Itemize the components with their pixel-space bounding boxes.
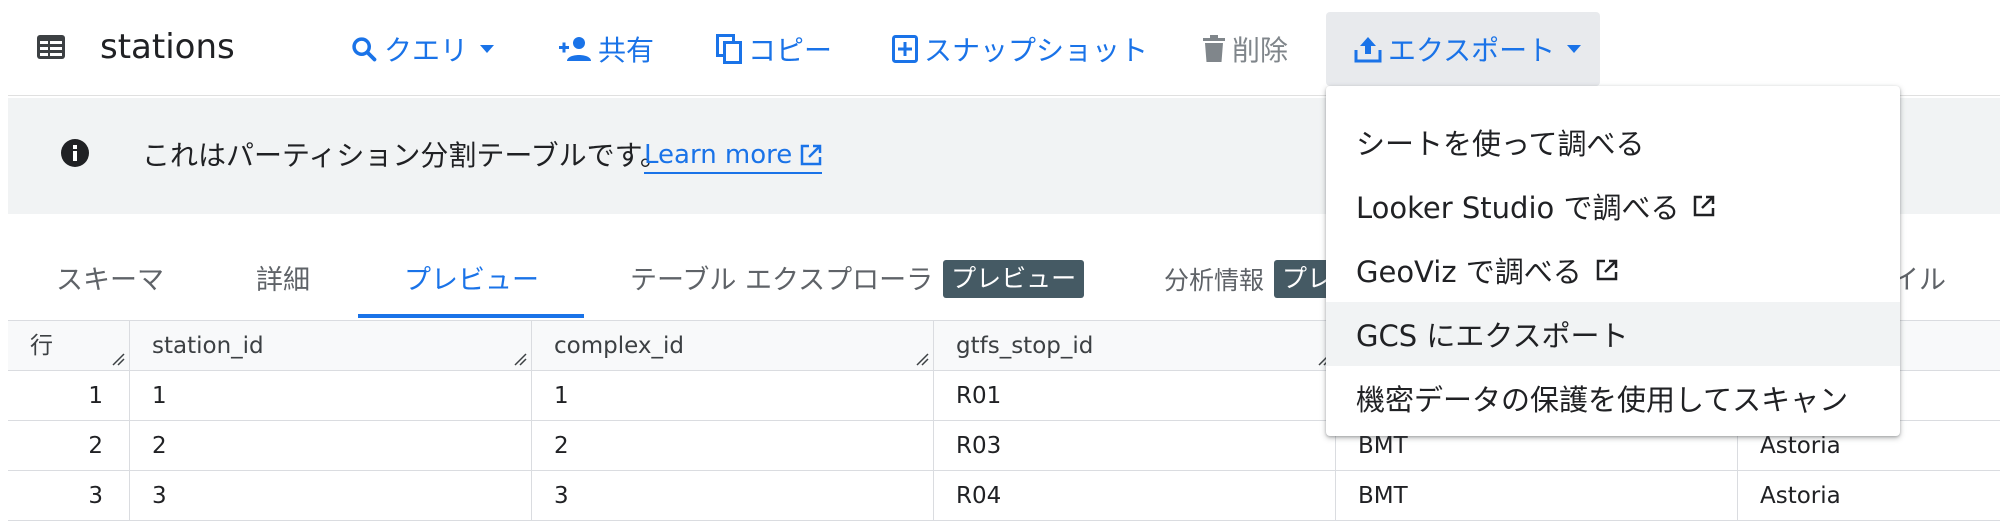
tab-profile[interactable]: イル bbox=[1892, 256, 1946, 318]
resize-handle-icon[interactable] bbox=[513, 352, 527, 366]
row-number-cell: 3 bbox=[8, 471, 130, 521]
table-icon bbox=[37, 35, 65, 59]
division-cell[interactable]: BMT bbox=[1336, 471, 1738, 521]
menu-item-label: Looker Studio で調べる bbox=[1356, 191, 1680, 225]
menu-item-label: 機密データの保護を使用してスキャン bbox=[1356, 383, 1849, 417]
tab-table-explorer-label: テーブル エクスプローラ bbox=[630, 265, 934, 296]
menu-item-label: GCS にエクスポート bbox=[1356, 319, 1629, 353]
banner-text: これはパーティション分割テーブルです。 bbox=[142, 139, 668, 172]
station-id-cell[interactable]: 1 bbox=[130, 371, 532, 421]
snapshot-label: スナップショット bbox=[924, 34, 1149, 67]
query-button[interactable]: クエリ bbox=[338, 12, 506, 86]
gtfs-stop-id-cell[interactable]: R04 bbox=[934, 471, 1336, 521]
tab-table-explorer[interactable]: テーブル エクスプローラ プレビュー bbox=[630, 256, 1085, 318]
chevron-down-icon bbox=[480, 45, 495, 53]
share-label: 共有 bbox=[598, 34, 655, 67]
gtfs-stop-id-cell[interactable]: R03 bbox=[934, 421, 1336, 471]
snapshot-button[interactable]: スナップショット bbox=[880, 12, 1160, 86]
upload-icon bbox=[1354, 37, 1382, 63]
column-header-label: gtfs_stop_id bbox=[956, 333, 1094, 359]
active-tab-indicator bbox=[358, 314, 584, 318]
column-header-label: complex_id bbox=[554, 333, 684, 359]
snapshot-icon bbox=[892, 35, 918, 63]
copy-button[interactable]: コピー bbox=[704, 12, 844, 86]
row-number-cell: 2 bbox=[8, 421, 130, 471]
learn-more-label: Learn more bbox=[644, 140, 793, 170]
page-title: stations bbox=[100, 27, 235, 67]
trash-icon bbox=[1203, 35, 1225, 62]
line-cell[interactable]: Astoria bbox=[1738, 471, 2000, 521]
export-label: エクスポート bbox=[1388, 34, 1556, 67]
column-header-label: station_id bbox=[152, 333, 264, 359]
external-link-icon bbox=[1694, 195, 1715, 217]
resize-handle-icon[interactable] bbox=[915, 352, 929, 366]
tab-insights-label: 分析情報 bbox=[1164, 266, 1265, 295]
search-icon bbox=[352, 37, 377, 62]
query-label: クエリ bbox=[384, 34, 469, 67]
copy-icon bbox=[716, 34, 742, 64]
tab-schema[interactable]: スキーマ bbox=[56, 256, 164, 318]
resize-handle-icon[interactable] bbox=[111, 352, 125, 366]
station-id-cell[interactable]: 2 bbox=[130, 421, 532, 471]
export-dropdown-menu: シートを使って調べる Looker Studio で調べる GeoViz で調べ… bbox=[1326, 86, 1900, 436]
menu-item-label: GeoViz で調べる bbox=[1356, 255, 1582, 289]
add-person-icon bbox=[559, 37, 591, 61]
column-header-gtfs-stop-id[interactable]: gtfs_stop_id bbox=[934, 321, 1336, 371]
menu-item-export-to-gcs[interactable]: GCS にエクスポート bbox=[1326, 302, 1900, 366]
column-header-row[interactable]: 行 bbox=[8, 321, 130, 371]
delete-button[interactable]: 削除 bbox=[1190, 12, 1300, 86]
complex-id-cell[interactable]: 2 bbox=[532, 421, 934, 471]
learn-more-link[interactable]: Learn more bbox=[644, 138, 823, 174]
column-header-label: 行 bbox=[30, 333, 53, 359]
external-link-icon bbox=[1596, 259, 1618, 281]
info-icon bbox=[61, 139, 89, 167]
menu-item-explore-looker-studio[interactable]: Looker Studio で調べる bbox=[1326, 174, 1900, 238]
export-button[interactable]: エクスポート bbox=[1326, 12, 1600, 86]
complex-id-cell[interactable]: 3 bbox=[532, 471, 934, 521]
table-row[interactable]: 3 3 3 R04 BMT Astoria bbox=[8, 471, 2000, 521]
complex-id-cell[interactable]: 1 bbox=[532, 371, 934, 421]
column-header-complex-id[interactable]: complex_id bbox=[532, 321, 934, 371]
station-id-cell[interactable]: 3 bbox=[130, 471, 532, 521]
share-button[interactable]: 共有 bbox=[546, 12, 666, 86]
external-link-icon bbox=[801, 144, 822, 166]
menu-item-scan-sensitive-data[interactable]: 機密データの保護を使用してスキャン bbox=[1326, 366, 1900, 430]
menu-item-explore-geoviz[interactable]: GeoViz で調べる bbox=[1326, 238, 1900, 302]
menu-item-explore-sheets[interactable]: シートを使って調べる bbox=[1326, 110, 1900, 174]
chevron-down-icon bbox=[1567, 45, 1582, 53]
tab-details[interactable]: 詳細 bbox=[256, 256, 310, 318]
column-header-station-id[interactable]: station_id bbox=[130, 321, 532, 371]
tab-preview[interactable]: プレビュー bbox=[404, 256, 539, 318]
copy-label: コピー bbox=[748, 34, 833, 67]
row-number-cell: 1 bbox=[8, 371, 130, 421]
menu-item-label: シートを使って調べる bbox=[1356, 127, 1645, 161]
preview-badge: プレビュー bbox=[943, 260, 1085, 298]
tab-insights[interactable]: 分析情報 プレ bbox=[1164, 256, 1341, 318]
delete-label: 削除 bbox=[1232, 34, 1289, 67]
gtfs-stop-id-cell[interactable]: R01 bbox=[934, 371, 1336, 421]
